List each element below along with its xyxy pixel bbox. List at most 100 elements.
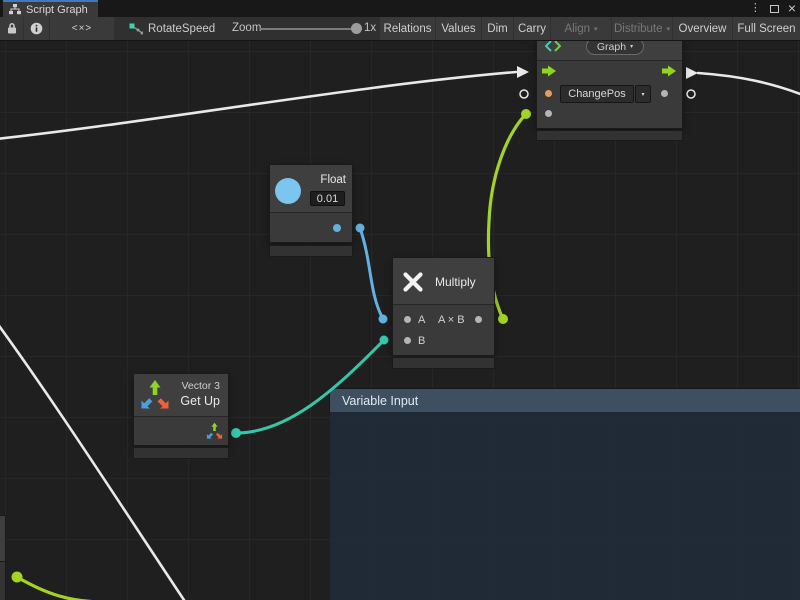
overview-label: Overview (679, 23, 727, 35)
float-output-port[interactable] (333, 224, 341, 232)
wire-blue-endpoint-top (356, 224, 365, 233)
wire-diagonal[interactable] (0, 323, 186, 600)
dim-label: Dim (487, 23, 507, 35)
multiply-input-a-port[interactable] (404, 316, 411, 323)
float-value-input[interactable]: 0.01 (310, 191, 345, 206)
overview-button[interactable]: Overview (673, 17, 732, 40)
multiply-input-b-port[interactable] (404, 337, 411, 344)
tab-title: Script Graph (26, 4, 88, 16)
vector3-output-port[interactable] (206, 422, 223, 440)
values-button[interactable]: Values (436, 17, 481, 40)
multiply-icon (402, 271, 424, 293)
carry-label: Carry (518, 23, 546, 35)
set-variable-header: Graph ▾ (537, 41, 682, 61)
multiply-output-port[interactable] (475, 316, 482, 323)
name-caret-icon: ▾ (641, 91, 644, 98)
graph-hierarchy-icon (9, 4, 21, 15)
values-label: Values (441, 23, 475, 35)
vector3-title: Vector 3 (181, 380, 220, 392)
wire-lime-bl-endpoint (12, 572, 23, 583)
wire-control-in-arrowhead (517, 66, 529, 78)
vector3-footer (134, 448, 228, 458)
multiply-input-a-label: A (418, 314, 425, 326)
zoom-slider-track[interactable] (260, 28, 352, 30)
wire-control-out[interactable] (698, 73, 800, 95)
align-button: Align ▾ (551, 17, 611, 40)
info-button[interactable] (24, 17, 49, 40)
graph-name: RotateSpeed (148, 23, 215, 35)
full-screen-button[interactable]: Full Screen (733, 17, 800, 40)
wire-blue-endpoint-bottom (379, 315, 388, 324)
kind-caret-icon: ▾ (630, 43, 633, 50)
full-screen-label: Full Screen (737, 23, 795, 35)
float-value-text: 0.01 (317, 193, 338, 205)
node-set-variable[interactable]: Graph ▾ ChangePos ▾ (537, 41, 682, 128)
multiply-output-label: A × B (438, 314, 465, 326)
align-caret-icon: ▾ (594, 25, 598, 33)
multiply-title: Multiply (435, 275, 476, 289)
multiply-input-b-label: B (418, 335, 425, 347)
vector3-subtitle: Get Up (180, 394, 220, 408)
window-menu-icon[interactable]: ⋮ (750, 3, 761, 14)
info-icon (30, 22, 43, 35)
node-multiply[interactable]: Multiply A A × B B (393, 258, 494, 355)
float-title: Float (320, 174, 346, 186)
code-values-button[interactable]: <×> (50, 17, 114, 40)
zoom-label: Zoom (232, 22, 261, 34)
graph-canvas[interactable]: Variable Input (0, 41, 800, 600)
control-output-port[interactable] (662, 65, 677, 77)
multiply-footer (393, 358, 494, 368)
zoom-value: 1x (364, 22, 376, 34)
variable-name-dropdown-button[interactable]: ▾ (635, 85, 651, 103)
control-input-port[interactable] (542, 65, 557, 77)
graph-node-icon (129, 23, 143, 35)
wire-lime-endpoint-bottom (498, 314, 508, 324)
float-icon (275, 178, 301, 204)
set-variable-footer (537, 131, 682, 140)
node-vector3[interactable]: Vector 3 Get Up (134, 374, 228, 445)
wire-lime-endpoint-top (521, 109, 531, 119)
code-icon: <×> (72, 23, 93, 34)
toolbar: <×> RotateSpeed Zoom 1x Relations Values… (0, 17, 800, 41)
distribute-button: Distribute ▾ (612, 17, 672, 40)
zoom-slider-handle[interactable] (351, 23, 362, 34)
variable-output-port[interactable] (661, 90, 668, 97)
window-controls: ⋮ × (750, 0, 796, 17)
tab-bar: Script Graph ⋮ × (0, 0, 800, 17)
wire-control-out-arrowhead (686, 67, 698, 79)
unconnected-port-circle-right[interactable] (687, 90, 695, 98)
wire-vector3-to-multiply[interactable] (236, 340, 384, 433)
align-label: Align (564, 23, 590, 35)
unconnected-port-circle-left[interactable] (520, 90, 528, 98)
variable-name-field[interactable]: ChangePos (560, 85, 634, 103)
relations-button[interactable]: Relations (380, 17, 435, 40)
variables-icon (545, 41, 561, 52)
distribute-caret-icon: ▾ (667, 25, 671, 33)
float-footer (270, 246, 352, 256)
float-header: Float 0.01 (270, 165, 352, 213)
distribute-label: Distribute (614, 23, 663, 35)
tab-script-graph[interactable]: Script Graph (3, 0, 98, 17)
wire-lime-bottom-left[interactable] (17, 577, 100, 600)
multiply-header: Multiply (393, 258, 494, 305)
wire-teal-endpoint-left (231, 428, 241, 438)
variable-name-input-port[interactable] (545, 90, 552, 97)
maximize-icon[interactable] (770, 5, 779, 13)
variable-kind-dropdown[interactable]: Graph ▾ (586, 41, 644, 55)
wire-teal-endpoint-right (380, 336, 389, 345)
lock-icon (6, 22, 18, 35)
node-float[interactable]: Float 0.01 (270, 165, 352, 242)
lock-button[interactable] (0, 17, 23, 40)
vector3-icon (140, 379, 170, 411)
wire-float-to-multiply[interactable] (360, 228, 383, 319)
close-icon[interactable]: × (788, 1, 796, 15)
wire-control-in[interactable] (0, 72, 516, 139)
relations-label: Relations (384, 23, 432, 35)
carry-button[interactable]: Carry (514, 17, 550, 40)
graph-breadcrumb[interactable]: RotateSpeed (129, 17, 215, 40)
variable-value-input-port[interactable] (545, 110, 552, 117)
vector3-header: Vector 3 Get Up (134, 374, 228, 417)
wire-multiply-to-setvariable[interactable] (488, 114, 526, 319)
variable-kind-label: Graph (597, 41, 626, 53)
dim-button[interactable]: Dim (482, 17, 513, 40)
